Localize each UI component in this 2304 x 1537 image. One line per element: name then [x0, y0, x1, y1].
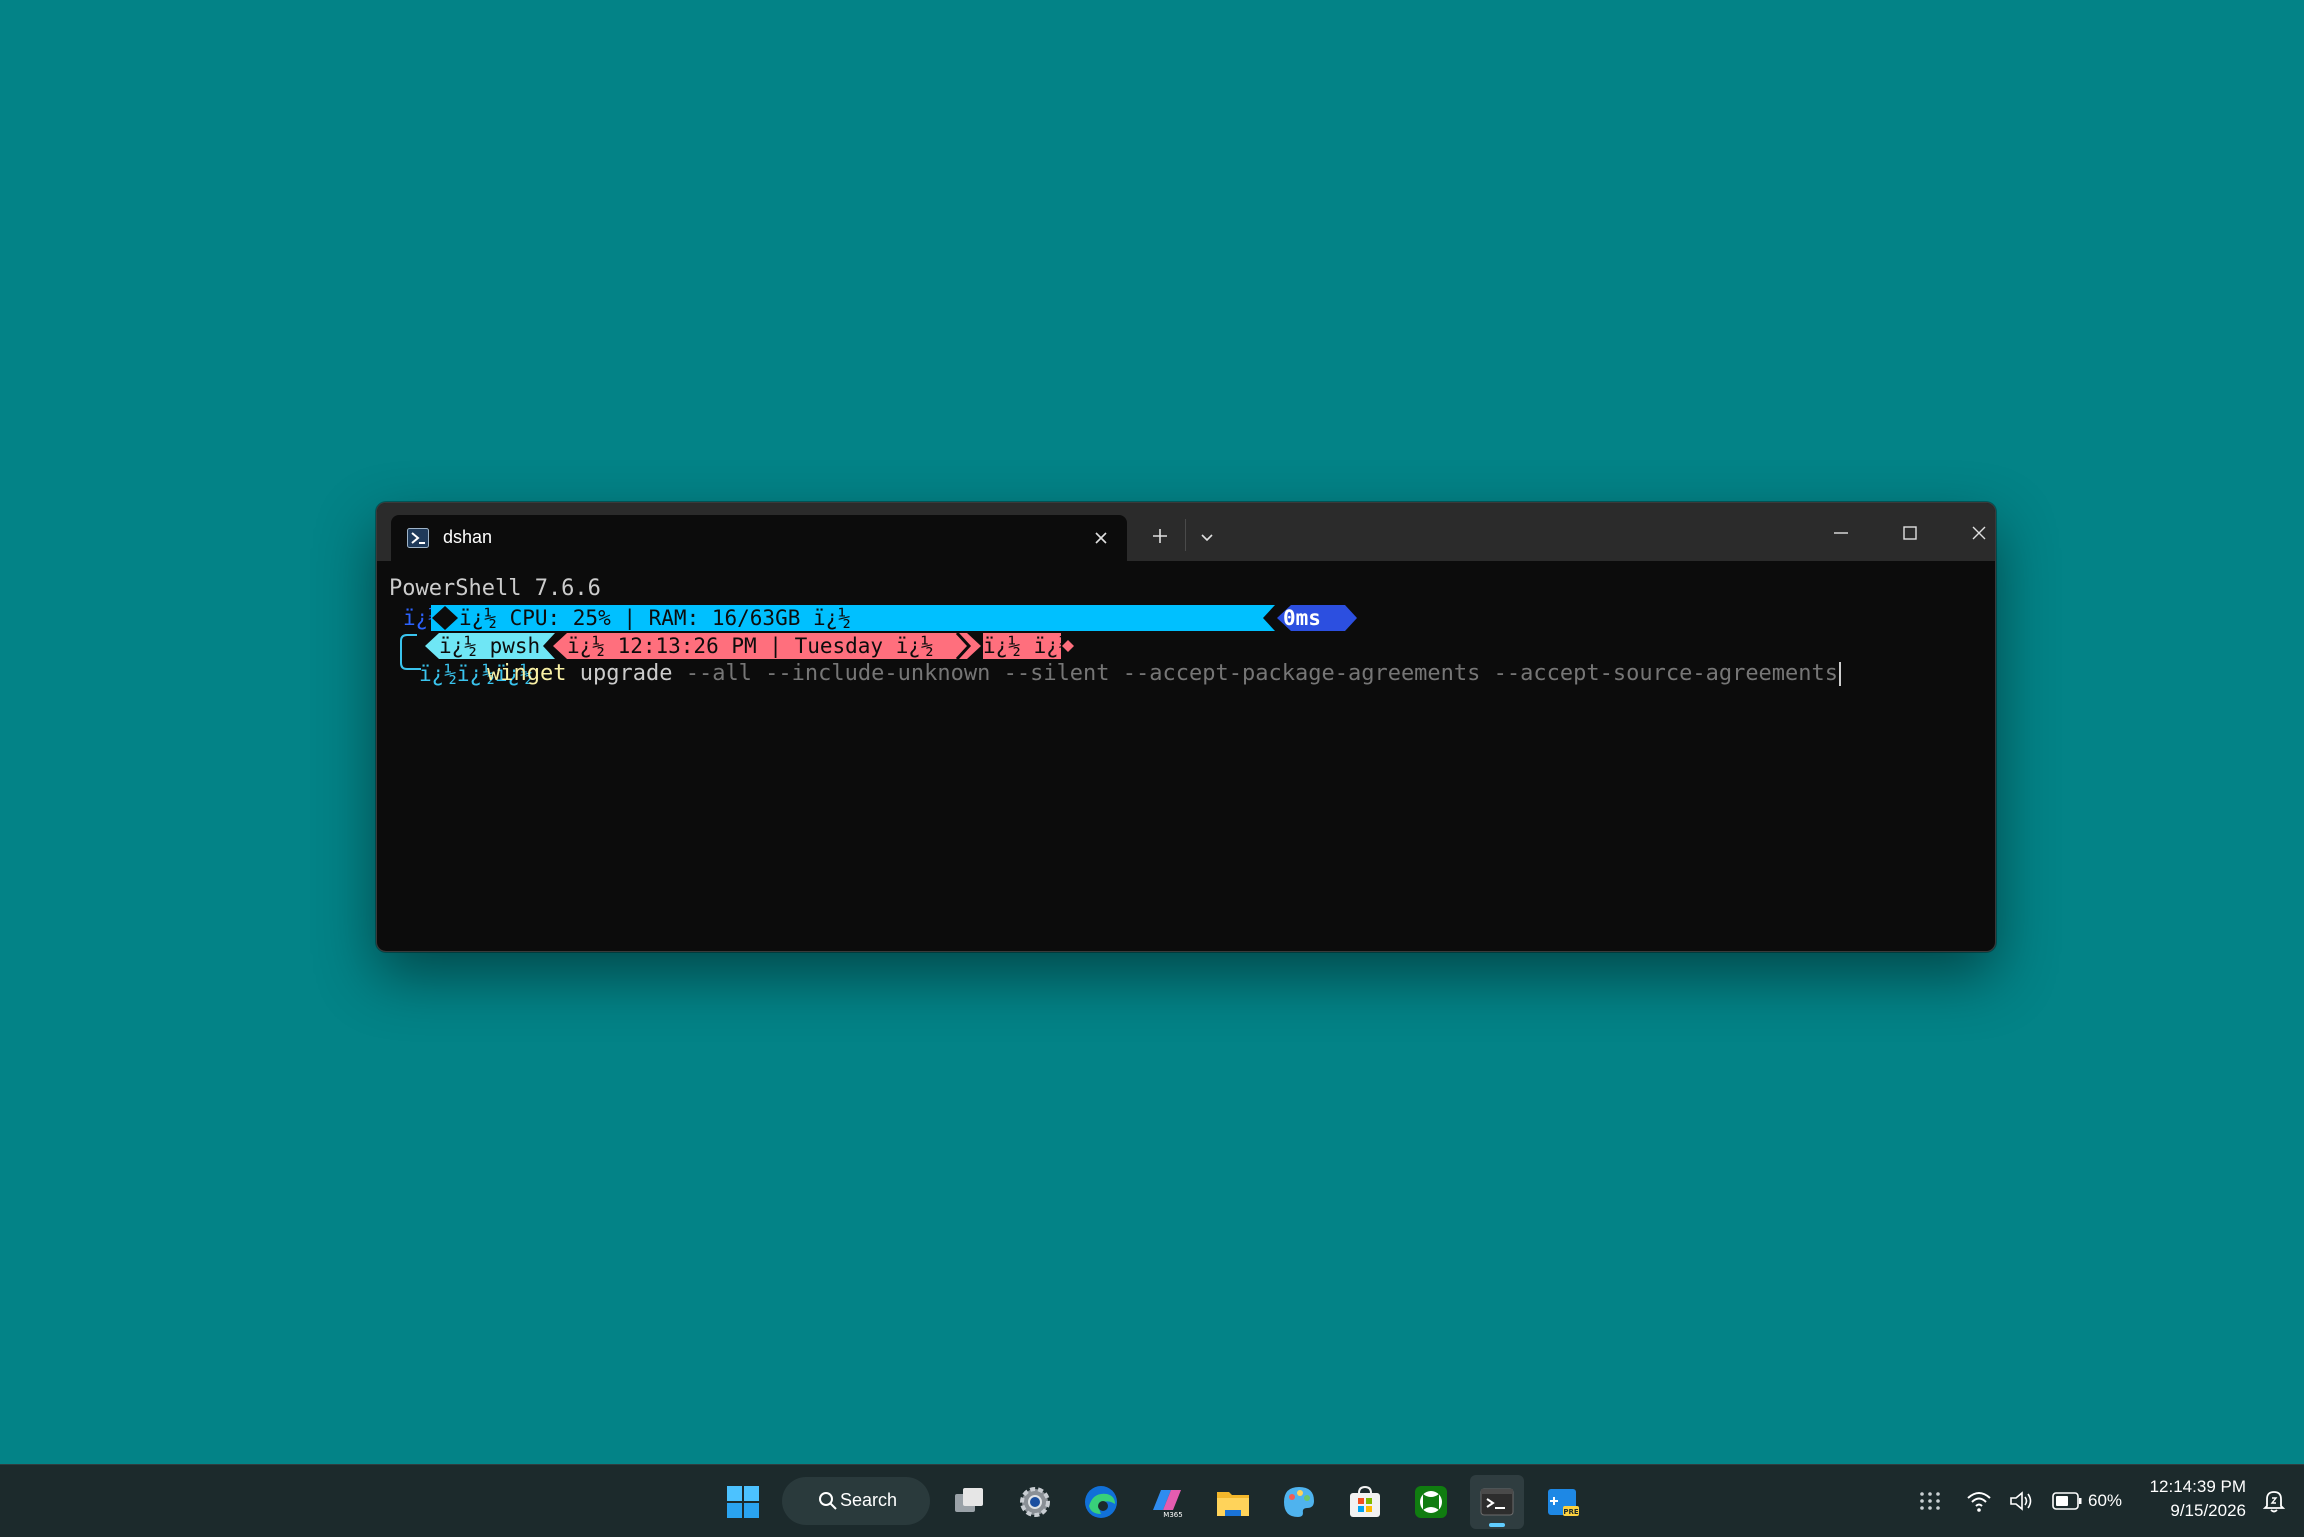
store-icon [1350, 1485, 1380, 1517]
clock-date: 9/15/2026 [2170, 1501, 2246, 1520]
terminal-content[interactable]: PowerShell 7.6.6 ï¿½ ï¿½ CPU: 25% | RAM:… [389, 569, 1985, 951]
clock[interactable]: 12:14:39 PM 9/15/2026 [2150, 1475, 2246, 1523]
status-end-icon [1062, 640, 1074, 652]
sys-segment: ï¿½ CPU: 25% | RAM: 16/63GB ï¿½ [459, 605, 1261, 631]
wifi-icon[interactable] [1966, 1489, 1992, 1513]
diamond-icon [431, 605, 459, 631]
file-explorer-button[interactable] [1206, 1475, 1260, 1529]
shell-segment-start [425, 633, 439, 659]
xbox-icon [1415, 1486, 1447, 1518]
settings-icon [1020, 1487, 1050, 1517]
settings-button[interactable] [1008, 1475, 1062, 1529]
notification-bell-icon[interactable] [2262, 1487, 2286, 1515]
close-tab-icon[interactable] [1091, 528, 1111, 548]
taskbar: Search M365 PRE 60% 12:14:39 PM 9/15/202… [0, 1464, 2304, 1537]
terminal-window: dshan PowerShell 7.6.6 ï¿½ ï¿½ CPU: 25% … [376, 502, 1996, 952]
search-box[interactable]: Search [782, 1477, 930, 1525]
divider [1185, 519, 1186, 551]
store-button[interactable] [1338, 1475, 1392, 1529]
minimize-icon [1834, 532, 1848, 534]
active-indicator [1489, 1523, 1505, 1527]
shell-segment: ï¿½ pwsh [439, 633, 541, 659]
hidden-icons-icon[interactable] [1918, 1489, 1942, 1513]
terminal-preview-button[interactable]: PRE [1536, 1475, 1590, 1529]
battery-icon[interactable] [2052, 1492, 2082, 1510]
maximize-button[interactable] [1888, 513, 1932, 553]
svg-text:M365: M365 [1163, 1511, 1182, 1519]
status-segment: ï¿½ ï¿½ [983, 633, 1072, 659]
search-icon [819, 1492, 837, 1510]
minimize-button[interactable] [1819, 513, 1863, 553]
terminal-preview-icon: PRE [1548, 1489, 1579, 1516]
chevron-down-icon[interactable] [1195, 525, 1219, 549]
battery-percent: 60% [2088, 1491, 2123, 1510]
title-bar[interactable]: dshan [377, 503, 1995, 561]
edge-icon [1085, 1486, 1117, 1518]
m365-copilot-button[interactable]: M365 [1140, 1475, 1194, 1529]
search-label: Search [840, 1490, 898, 1510]
tab-dshan[interactable]: dshan [391, 515, 1127, 561]
paint-icon [1284, 1487, 1314, 1517]
time-segment-start [541, 633, 567, 659]
tab-title: dshan [443, 527, 493, 547]
new-tab-icon[interactable] [1147, 523, 1173, 549]
paint-button[interactable] [1272, 1475, 1326, 1529]
terminal-icon [1480, 1488, 1514, 1516]
start-icon [727, 1486, 759, 1518]
status-segment-start [955, 633, 981, 659]
command-args: --all --include-unknown --silent --accep… [685, 661, 1839, 686]
text-cursor [1839, 662, 1842, 686]
close-button[interactable] [1957, 513, 1995, 553]
banner: PowerShell 7.6.6 [389, 576, 601, 601]
command-subcommand: upgrade [579, 661, 673, 686]
time-segment: ï¿½ 12:13:26 PM | Tuesday ï¿½ [567, 633, 955, 659]
task-view-icon [955, 1488, 983, 1512]
m365-copilot-icon: M365 [1153, 1490, 1183, 1519]
terminal-button[interactable] [1470, 1475, 1524, 1529]
volume-icon[interactable] [2008, 1489, 2034, 1513]
duration: 0ms [1283, 606, 1321, 630]
clock-time: 12:14:39 PM [2149, 1477, 2246, 1496]
edge-button[interactable] [1074, 1475, 1128, 1529]
command-name: winget [487, 661, 567, 686]
command-line[interactable]: winget upgrade --all --include-unknown -… [487, 660, 1842, 688]
maximize-icon [1903, 526, 1917, 540]
svg-text:PRE: PRE [1563, 1508, 1579, 1516]
powershell-icon [407, 528, 429, 548]
xbox-button[interactable] [1404, 1475, 1458, 1529]
file-explorer-icon [1217, 1492, 1249, 1516]
task-view-button[interactable] [942, 1475, 996, 1529]
start-button[interactable] [716, 1475, 770, 1529]
close-icon [1972, 526, 1986, 540]
